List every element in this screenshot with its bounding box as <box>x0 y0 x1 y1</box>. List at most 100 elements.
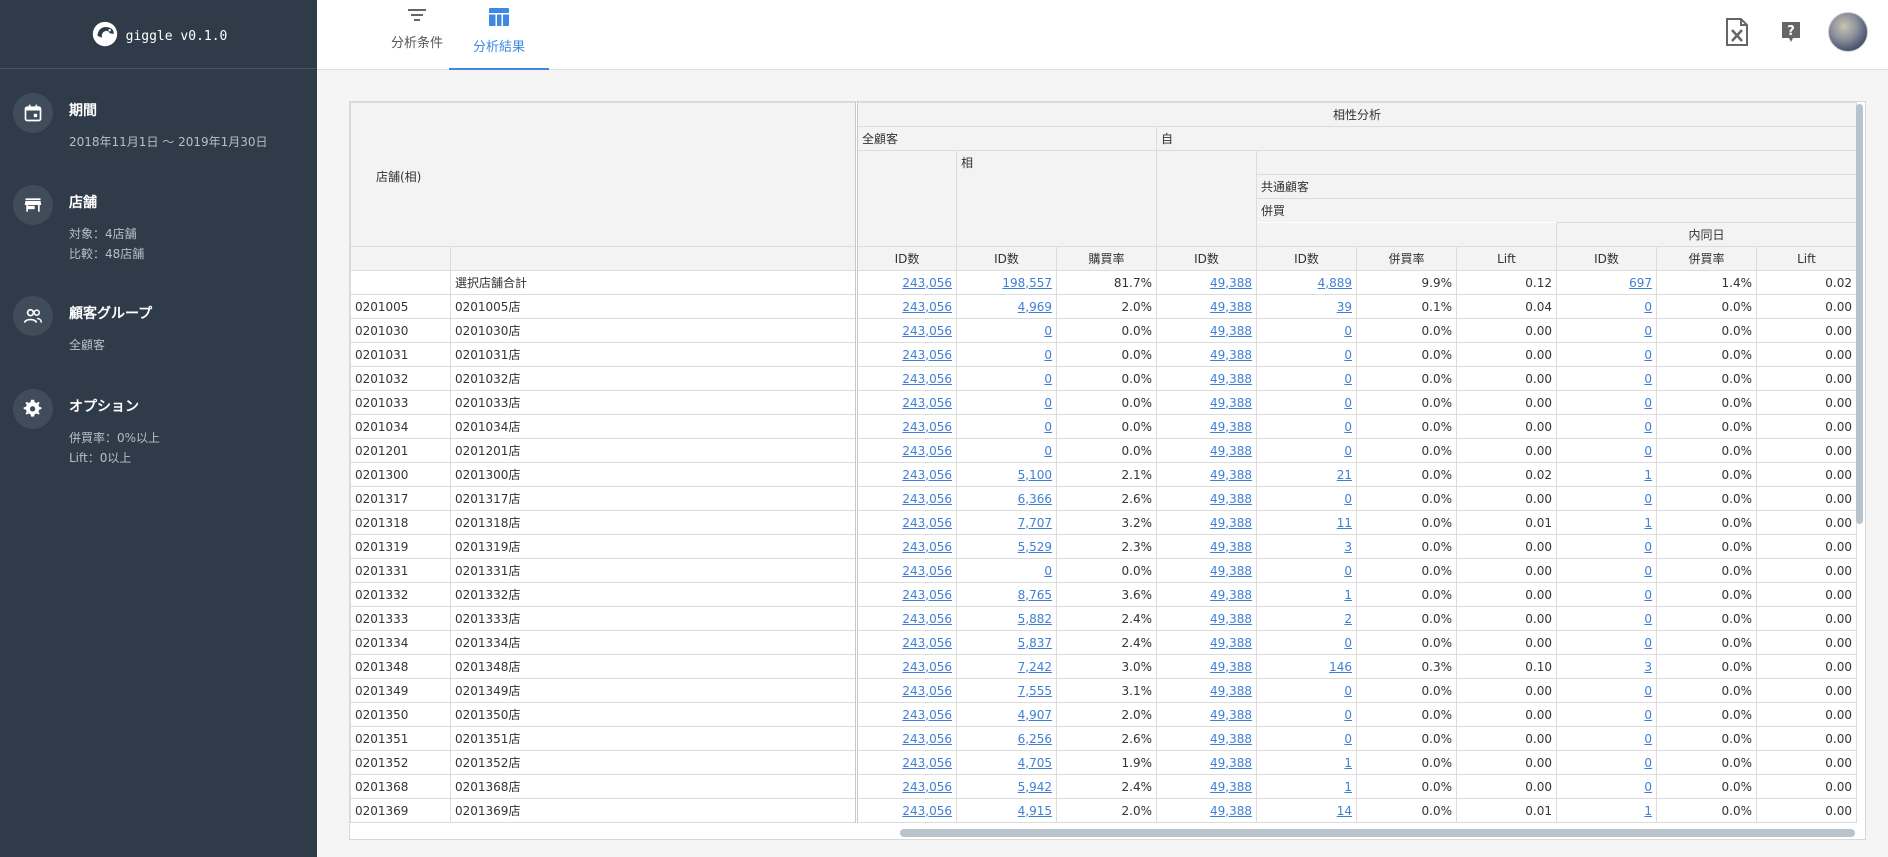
value-link[interactable]: 0 <box>1644 348 1652 362</box>
value-link[interactable]: 0 <box>1344 420 1352 434</box>
value-link[interactable]: 243,056 <box>902 564 952 578</box>
value-link[interactable]: 49,388 <box>1210 684 1252 698</box>
value-link[interactable]: 49,388 <box>1210 612 1252 626</box>
value-link[interactable]: 243,056 <box>902 756 952 770</box>
value-link[interactable]: 0 <box>1644 756 1652 770</box>
value-link[interactable]: 49,388 <box>1210 300 1252 314</box>
value-link[interactable]: 0 <box>1344 564 1352 578</box>
horizontal-scrollbar[interactable] <box>900 829 1855 837</box>
sidebar-item-store[interactable]: 店舗 対象：4店舗 比較：48店舗 <box>13 185 144 264</box>
value-link[interactable]: 243,056 <box>902 276 952 290</box>
column-header[interactable]: Lift <box>1756 246 1857 271</box>
value-link[interactable]: 49,388 <box>1210 348 1252 362</box>
value-link[interactable]: 0 <box>1644 324 1652 338</box>
value-link[interactable]: 0 <box>1644 588 1652 602</box>
column-header[interactable]: Lift <box>1456 246 1557 271</box>
value-link[interactable]: 243,056 <box>902 348 952 362</box>
value-link[interactable]: 243,056 <box>902 540 952 554</box>
value-link[interactable]: 243,056 <box>902 732 952 746</box>
avatar[interactable] <box>1828 12 1868 52</box>
value-link[interactable]: 0 <box>1644 732 1652 746</box>
value-link[interactable]: 4,915 <box>1018 804 1052 818</box>
value-link[interactable]: 0 <box>1044 396 1052 410</box>
value-link[interactable]: 0 <box>1644 492 1652 506</box>
value-link[interactable]: 1 <box>1344 756 1352 770</box>
value-link[interactable]: 6,256 <box>1018 732 1052 746</box>
value-link[interactable]: 49,388 <box>1210 732 1252 746</box>
value-link[interactable]: 21 <box>1337 468 1352 482</box>
value-link[interactable]: 49,388 <box>1210 780 1252 794</box>
value-link[interactable]: 0 <box>1044 420 1052 434</box>
value-link[interactable]: 49,388 <box>1210 708 1252 722</box>
value-link[interactable]: 0 <box>1344 636 1352 650</box>
value-link[interactable]: 0 <box>1644 564 1652 578</box>
value-link[interactable]: 0 <box>1644 420 1652 434</box>
vertical-scrollbar[interactable] <box>1856 104 1863 524</box>
value-link[interactable]: 146 <box>1329 660 1352 674</box>
value-link[interactable]: 243,056 <box>902 780 952 794</box>
value-link[interactable]: 0 <box>1644 708 1652 722</box>
column-header[interactable]: ID数 <box>856 246 957 271</box>
value-link[interactable]: 49,388 <box>1210 396 1252 410</box>
value-link[interactable]: 49,388 <box>1210 516 1252 530</box>
value-link[interactable]: 7,707 <box>1018 516 1052 530</box>
tab-analysis-results[interactable]: 分析結果 <box>449 0 549 70</box>
value-link[interactable]: 49,388 <box>1210 660 1252 674</box>
value-link[interactable]: 243,056 <box>902 684 952 698</box>
value-link[interactable]: 5,529 <box>1018 540 1052 554</box>
value-link[interactable]: 198,557 <box>1002 276 1052 290</box>
value-link[interactable]: 0 <box>1044 564 1052 578</box>
value-link[interactable]: 243,056 <box>902 444 952 458</box>
value-link[interactable]: 49,388 <box>1210 468 1252 482</box>
value-link[interactable]: 0 <box>1644 612 1652 626</box>
column-header[interactable]: 併買率 <box>1356 246 1457 271</box>
value-link[interactable]: 243,056 <box>902 468 952 482</box>
value-link[interactable]: 243,056 <box>902 492 952 506</box>
value-link[interactable]: 0 <box>1344 396 1352 410</box>
value-link[interactable]: 243,056 <box>902 324 952 338</box>
value-link[interactable]: 0 <box>1344 708 1352 722</box>
value-link[interactable]: 0 <box>1344 348 1352 362</box>
value-link[interactable]: 1 <box>1644 804 1652 818</box>
column-header[interactable]: ID数 <box>1256 246 1357 271</box>
value-link[interactable]: 49,388 <box>1210 372 1252 386</box>
value-link[interactable]: 0 <box>1344 372 1352 386</box>
value-link[interactable]: 0 <box>1044 444 1052 458</box>
value-link[interactable]: 49,388 <box>1210 444 1252 458</box>
value-link[interactable]: 243,056 <box>902 636 952 650</box>
value-link[interactable]: 0 <box>1644 540 1652 554</box>
value-link[interactable]: 49,388 <box>1210 804 1252 818</box>
value-link[interactable]: 243,056 <box>902 372 952 386</box>
value-link[interactable]: 1 <box>1344 780 1352 794</box>
value-link[interactable]: 0 <box>1044 324 1052 338</box>
value-link[interactable]: 4,969 <box>1018 300 1052 314</box>
value-link[interactable]: 4,907 <box>1018 708 1052 722</box>
sidebar-item-options[interactable]: オプション 併買率：0%以上 Lift：0以上 <box>13 389 160 468</box>
value-link[interactable]: 0 <box>1644 300 1652 314</box>
value-link[interactable]: 0 <box>1644 444 1652 458</box>
value-link[interactable]: 243,056 <box>902 396 952 410</box>
value-link[interactable]: 8,765 <box>1018 588 1052 602</box>
sidebar-item-period[interactable]: 期間 2018年11月1日 〜 2019年1月30日 <box>13 93 268 152</box>
value-link[interactable]: 49,388 <box>1210 588 1252 602</box>
value-link[interactable]: 7,242 <box>1018 660 1052 674</box>
value-link[interactable]: 49,388 <box>1210 564 1252 578</box>
column-header[interactable]: ID数 <box>1556 246 1657 271</box>
value-link[interactable]: 6,366 <box>1018 492 1052 506</box>
value-link[interactable]: 5,942 <box>1018 780 1052 794</box>
value-link[interactable]: 0 <box>1044 348 1052 362</box>
column-header[interactable]: ID数 <box>956 246 1057 271</box>
value-link[interactable]: 243,056 <box>902 660 952 674</box>
value-link[interactable]: 243,056 <box>902 708 952 722</box>
help-button[interactable]: ? <box>1774 12 1808 52</box>
value-link[interactable]: 0 <box>1344 492 1352 506</box>
value-link[interactable]: 697 <box>1629 276 1652 290</box>
value-link[interactable]: 4,889 <box>1318 276 1352 290</box>
value-link[interactable]: 0 <box>1644 780 1652 794</box>
value-link[interactable]: 5,100 <box>1018 468 1052 482</box>
value-link[interactable]: 5,837 <box>1018 636 1052 650</box>
value-link[interactable]: 0 <box>1044 372 1052 386</box>
value-link[interactable]: 0 <box>1644 636 1652 650</box>
value-link[interactable]: 4,705 <box>1018 756 1052 770</box>
value-link[interactable]: 243,056 <box>902 612 952 626</box>
